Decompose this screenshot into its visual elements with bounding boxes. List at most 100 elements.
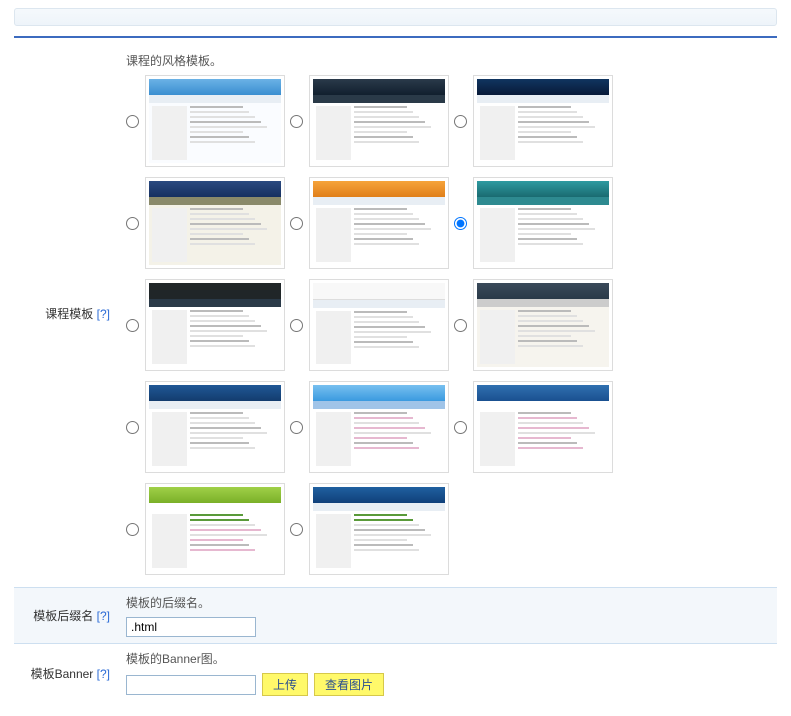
top-panel-bar: [14, 8, 777, 26]
view-image-button[interactable]: 查看图片: [314, 673, 384, 696]
template-thumbnail: [309, 279, 449, 371]
label-text-suffix: 模板后缀名: [33, 609, 93, 623]
template-option[interactable]: [126, 177, 286, 269]
thumb-header: [477, 181, 609, 197]
input-suffix[interactable]: [126, 617, 256, 637]
template-thumbnail: [309, 75, 449, 167]
thumb-nav: [149, 503, 281, 511]
thumb-header: [149, 283, 281, 299]
template-radio[interactable]: [126, 115, 139, 128]
template-thumbnail: [473, 177, 613, 269]
label-text-template: 课程模板: [45, 307, 93, 321]
thumb-body: [477, 103, 609, 163]
thumb-nav: [477, 197, 609, 205]
thumb-header: [149, 487, 281, 503]
thumb-header: [149, 181, 281, 197]
desc-banner: 模板的Banner图。: [126, 650, 777, 667]
section-divider: [14, 36, 777, 38]
template-radio[interactable]: [454, 421, 467, 434]
thumb-nav: [313, 300, 445, 308]
thumb-header: [477, 385, 609, 401]
template-radio[interactable]: [126, 217, 139, 230]
thumb-nav: [149, 197, 281, 205]
template-option[interactable]: [126, 279, 286, 371]
template-thumbnail: [473, 279, 613, 371]
thumb-nav: [313, 503, 445, 511]
template-radio[interactable]: [454, 319, 467, 332]
template-option[interactable]: [126, 75, 286, 167]
thumb-body: [313, 511, 445, 571]
thumb-nav: [149, 401, 281, 409]
thumb-body: [149, 103, 281, 163]
template-radio[interactable]: [454, 115, 467, 128]
thumb-nav: [313, 95, 445, 103]
thumb-body: [149, 511, 281, 571]
template-radio[interactable]: [126, 523, 139, 536]
thumb-body: [313, 409, 445, 469]
thumb-body: [477, 409, 609, 469]
help-link-template[interactable]: [?]: [97, 307, 110, 321]
thumb-header: [149, 79, 281, 95]
template-radio[interactable]: [290, 115, 303, 128]
thumb-header: [477, 79, 609, 95]
thumb-body: [149, 205, 281, 265]
template-radio[interactable]: [126, 319, 139, 332]
template-radio[interactable]: [290, 523, 303, 536]
template-thumbnail: [145, 279, 285, 371]
template-radio[interactable]: [290, 319, 303, 332]
template-thumbnail: [145, 177, 285, 269]
label-banner: 模板Banner [?]: [14, 665, 118, 682]
desc-template: 课程的风格模板。: [126, 52, 777, 69]
template-radio[interactable]: [290, 217, 303, 230]
template-option[interactable]: [126, 381, 286, 473]
label-suffix: 模板后缀名 [?]: [14, 607, 118, 624]
thumb-nav: [477, 299, 609, 307]
template-option[interactable]: [454, 279, 614, 371]
input-banner-path[interactable]: [126, 675, 256, 695]
template-thumbnail: [145, 483, 285, 575]
template-option[interactable]: [290, 483, 450, 575]
thumb-body: [149, 409, 281, 469]
thumb-nav: [313, 197, 445, 205]
template-radio[interactable]: [290, 421, 303, 434]
template-radio[interactable]: [454, 217, 467, 230]
help-link-suffix[interactable]: [?]: [97, 609, 110, 623]
row-course-template: 课程模板 [?] 课程的风格模板。: [14, 46, 777, 581]
template-option[interactable]: [454, 381, 614, 473]
template-option[interactable]: [454, 75, 614, 167]
template-thumbnail: [473, 75, 613, 167]
template-option[interactable]: [290, 177, 450, 269]
thumb-header: [149, 385, 281, 401]
thumb-body: [149, 307, 281, 367]
template-option[interactable]: [290, 75, 450, 167]
thumb-header: [313, 487, 445, 503]
template-grid: [126, 75, 777, 575]
label-course-template: 课程模板 [?]: [14, 305, 118, 322]
template-option[interactable]: [290, 381, 450, 473]
template-option[interactable]: [126, 483, 286, 575]
thumb-body: [313, 205, 445, 265]
thumb-nav: [313, 401, 445, 409]
thumb-body: [477, 307, 609, 367]
thumb-header: [313, 283, 445, 300]
template-option[interactable]: [290, 279, 450, 371]
template-radio[interactable]: [126, 421, 139, 434]
row-suffix: 模板后缀名 [?] 模板的后缀名。: [14, 587, 777, 644]
template-thumbnail: [309, 483, 449, 575]
thumb-nav: [149, 95, 281, 103]
thumb-header: [313, 79, 445, 95]
desc-suffix: 模板的后缀名。: [126, 594, 777, 611]
thumb-body: [313, 103, 445, 163]
upload-button[interactable]: 上传: [262, 673, 308, 696]
thumb-nav: [477, 95, 609, 103]
thumb-body: [313, 308, 445, 367]
thumb-body: [477, 205, 609, 265]
template-thumbnail: [309, 177, 449, 269]
label-text-banner: 模板Banner: [31, 667, 94, 681]
template-thumbnail: [309, 381, 449, 473]
template-thumbnail: [473, 381, 613, 473]
template-option[interactable]: [454, 177, 614, 269]
template-thumbnail: [145, 75, 285, 167]
help-link-banner[interactable]: [?]: [97, 667, 110, 681]
row-banner: 模板Banner [?] 模板的Banner图。 上传 查看图片: [14, 644, 777, 702]
